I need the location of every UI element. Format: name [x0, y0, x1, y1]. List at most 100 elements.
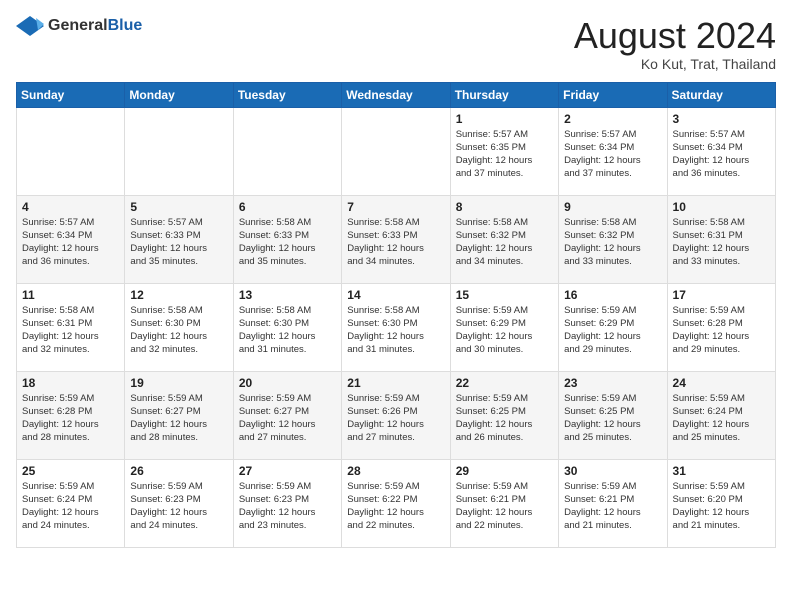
day-info: Sunrise: 5:58 AM Sunset: 6:33 PM Dayligh… [239, 216, 336, 269]
day-cell-12: 12 Sunrise: 5:58 AM Sunset: 6:30 PM Dayli… [125, 283, 233, 371]
day-number: 30 [564, 464, 661, 478]
page-header: GeneralBlue August 2024 Ko Kut, Trat, Th… [16, 16, 776, 72]
month-title: August 2024 [574, 16, 776, 56]
day-cell-26: 26 Sunrise: 5:59 AM Sunset: 6:23 PM Dayli… [125, 459, 233, 547]
day-cell-1: 1 Sunrise: 5:57 AM Sunset: 6:35 PM Daylig… [450, 107, 558, 195]
day-cell-25: 25Sunrise: 5:59 AM Sunset: 6:24 PM Dayli… [17, 459, 125, 547]
day-number: 17 [673, 288, 770, 302]
day-cell-24: 24 Sunrise: 5:59 AM Sunset: 6:24 PM Dayli… [667, 371, 775, 459]
day-number: 22 [456, 376, 553, 390]
day-cell-5: 5 Sunrise: 5:57 AM Sunset: 6:33 PM Daylig… [125, 195, 233, 283]
day-cell-16: 16 Sunrise: 5:59 AM Sunset: 6:29 PM Dayli… [559, 283, 667, 371]
day-cell-23: 23 Sunrise: 5:59 AM Sunset: 6:25 PM Dayli… [559, 371, 667, 459]
day-number: 28 [347, 464, 444, 478]
day-cell-11: 11 Sunrise: 5:58 AM Sunset: 6:31 PM Dayli… [17, 283, 125, 371]
day-number: 5 [130, 200, 227, 214]
day-number: 2 [564, 112, 661, 126]
day-info: Sunrise: 5:59 AM Sunset: 6:23 PM Dayligh… [239, 480, 336, 533]
day-info: Sunrise: 5:59 AM Sunset: 6:21 PM Dayligh… [456, 480, 553, 533]
day-cell-22: 22 Sunrise: 5:59 AM Sunset: 6:25 PM Dayli… [450, 371, 558, 459]
day-info: Sunrise: 5:59 AM Sunset: 6:23 PM Dayligh… [130, 480, 227, 533]
day-number: 27 [239, 464, 336, 478]
week-row-1: 1 Sunrise: 5:57 AM Sunset: 6:35 PM Daylig… [17, 107, 776, 195]
day-info: Sunrise: 5:58 AM Sunset: 6:33 PM Dayligh… [347, 216, 444, 269]
day-number: 20 [239, 376, 336, 390]
day-number: 8 [456, 200, 553, 214]
day-number: 26 [130, 464, 227, 478]
day-number: 25 [22, 464, 119, 478]
day-cell-21: 21 Sunrise: 5:59 AM Sunset: 6:26 PM Dayli… [342, 371, 450, 459]
day-info: Sunrise: 5:59 AM Sunset: 6:25 PM Dayligh… [456, 392, 553, 445]
day-number: 19 [130, 376, 227, 390]
empty-cell [233, 107, 341, 195]
logo: GeneralBlue [16, 16, 142, 36]
day-info: Sunrise: 5:58 AM Sunset: 6:30 PM Dayligh… [130, 304, 227, 357]
day-cell-19: 19 Sunrise: 5:59 AM Sunset: 6:27 PM Dayli… [125, 371, 233, 459]
day-info: Sunrise: 5:59 AM Sunset: 6:26 PM Dayligh… [347, 392, 444, 445]
day-cell-14: 14Sunrise: 5:58 AM Sunset: 6:30 PM Dayli… [342, 283, 450, 371]
day-info: Sunrise: 5:59 AM Sunset: 6:21 PM Dayligh… [564, 480, 661, 533]
day-info: Sunrise: 5:59 AM Sunset: 6:29 PM Dayligh… [456, 304, 553, 357]
day-info: Sunrise: 5:59 AM Sunset: 6:27 PM Dayligh… [239, 392, 336, 445]
day-info: Sunrise: 5:59 AM Sunset: 6:27 PM Dayligh… [130, 392, 227, 445]
day-number: 14 [347, 288, 444, 302]
weekday-header-friday: Friday [559, 82, 667, 107]
week-row-2: 4 Sunrise: 5:57 AM Sunset: 6:34 PM Daylig… [17, 195, 776, 283]
empty-cell [125, 107, 233, 195]
day-number: 13 [239, 288, 336, 302]
day-info: Sunrise: 5:59 AM Sunset: 6:22 PM Dayligh… [347, 480, 444, 533]
day-info: Sunrise: 5:57 AM Sunset: 6:35 PM Dayligh… [456, 128, 553, 181]
weekday-header-tuesday: Tuesday [233, 82, 341, 107]
day-info: Sunrise: 5:59 AM Sunset: 6:24 PM Dayligh… [673, 392, 770, 445]
day-cell-4: 4 Sunrise: 5:57 AM Sunset: 6:34 PM Daylig… [17, 195, 125, 283]
day-number: 29 [456, 464, 553, 478]
day-number: 7 [347, 200, 444, 214]
weekday-header-row: SundayMondayTuesdayWednesdayThursdayFrid… [17, 82, 776, 107]
day-cell-28: 28 Sunrise: 5:59 AM Sunset: 6:22 PM Dayli… [342, 459, 450, 547]
logo-general-text: GeneralBlue [48, 17, 142, 35]
day-number: 24 [673, 376, 770, 390]
calendar-table: SundayMondayTuesdayWednesdayThursdayFrid… [16, 82, 776, 548]
day-info: Sunrise: 5:57 AM Sunset: 6:33 PM Dayligh… [130, 216, 227, 269]
weekday-header-sunday: Sunday [17, 82, 125, 107]
day-info: Sunrise: 5:59 AM Sunset: 6:29 PM Dayligh… [564, 304, 661, 357]
day-info: Sunrise: 5:57 AM Sunset: 6:34 PM Dayligh… [564, 128, 661, 181]
day-cell-9: 9 Sunrise: 5:58 AM Sunset: 6:32 PM Daylig… [559, 195, 667, 283]
empty-cell [342, 107, 450, 195]
day-cell-18: 18Sunrise: 5:59 AM Sunset: 6:28 PM Dayli… [17, 371, 125, 459]
day-cell-10: 10Sunrise: 5:58 AM Sunset: 6:31 PM Dayli… [667, 195, 775, 283]
day-info: Sunrise: 5:58 AM Sunset: 6:32 PM Dayligh… [564, 216, 661, 269]
day-cell-20: 20 Sunrise: 5:59 AM Sunset: 6:27 PM Dayli… [233, 371, 341, 459]
day-info: Sunrise: 5:59 AM Sunset: 6:25 PM Dayligh… [564, 392, 661, 445]
day-number: 16 [564, 288, 661, 302]
day-number: 31 [673, 464, 770, 478]
day-cell-29: 29 Sunrise: 5:59 AM Sunset: 6:21 PM Dayli… [450, 459, 558, 547]
empty-cell [17, 107, 125, 195]
day-info: Sunrise: 5:58 AM Sunset: 6:30 PM Dayligh… [239, 304, 336, 357]
day-number: 3 [673, 112, 770, 126]
day-info: Sunrise: 5:58 AM Sunset: 6:31 PM Dayligh… [673, 216, 770, 269]
day-cell-6: 6 Sunrise: 5:58 AM Sunset: 6:33 PM Daylig… [233, 195, 341, 283]
title-block: August 2024 Ko Kut, Trat, Thailand [574, 16, 776, 72]
day-info: Sunrise: 5:57 AM Sunset: 6:34 PM Dayligh… [22, 216, 119, 269]
day-cell-27: 27 Sunrise: 5:59 AM Sunset: 6:23 PM Dayli… [233, 459, 341, 547]
day-cell-31: 31Sunrise: 5:59 AM Sunset: 6:20 PM Dayli… [667, 459, 775, 547]
day-info: Sunrise: 5:57 AM Sunset: 6:34 PM Dayligh… [673, 128, 770, 181]
day-cell-7: 7 Sunrise: 5:58 AM Sunset: 6:33 PM Daylig… [342, 195, 450, 283]
week-row-4: 18Sunrise: 5:59 AM Sunset: 6:28 PM Dayli… [17, 371, 776, 459]
day-cell-17: 17 Sunrise: 5:59 AM Sunset: 6:28 PM Dayli… [667, 283, 775, 371]
day-number: 1 [456, 112, 553, 126]
day-number: 23 [564, 376, 661, 390]
day-info: Sunrise: 5:58 AM Sunset: 6:31 PM Dayligh… [22, 304, 119, 357]
location-title: Ko Kut, Trat, Thailand [574, 56, 776, 72]
day-number: 9 [564, 200, 661, 214]
day-cell-15: 15Sunrise: 5:59 AM Sunset: 6:29 PM Dayli… [450, 283, 558, 371]
day-number: 21 [347, 376, 444, 390]
day-number: 12 [130, 288, 227, 302]
day-number: 11 [22, 288, 119, 302]
day-info: Sunrise: 5:59 AM Sunset: 6:28 PM Dayligh… [22, 392, 119, 445]
day-info: Sunrise: 5:59 AM Sunset: 6:28 PM Dayligh… [673, 304, 770, 357]
weekday-header-wednesday: Wednesday [342, 82, 450, 107]
day-number: 6 [239, 200, 336, 214]
day-number: 4 [22, 200, 119, 214]
